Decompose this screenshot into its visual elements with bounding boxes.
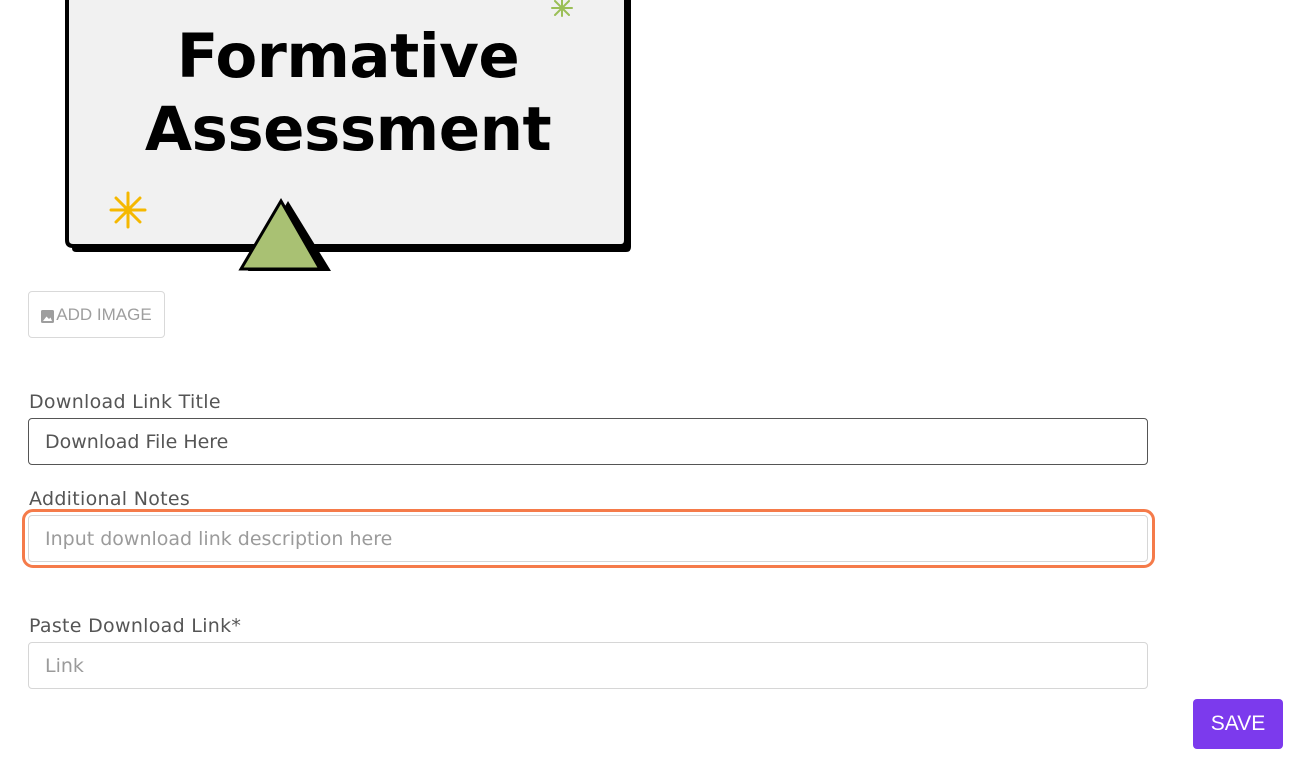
- banner-title: Formative Assessment: [68, 20, 628, 166]
- download-link-title-label: Download Link Title: [29, 391, 221, 413]
- download-link-input[interactable]: [28, 642, 1148, 689]
- save-button[interactable]: SAVE: [1193, 699, 1283, 749]
- additional-notes-label: Additional Notes: [29, 488, 191, 510]
- banner-title-line2: Assessment: [144, 94, 552, 165]
- add-image-button[interactable]: ADD IMAGE: [28, 291, 165, 338]
- assessment-banner: Formative Assessment: [0, 0, 640, 275]
- sparkle-icon: [551, 0, 573, 17]
- add-image-label: ADD IMAGE: [56, 304, 152, 324]
- download-link-label: Paste Download Link*: [29, 615, 242, 637]
- image-icon: [41, 308, 55, 323]
- download-link-title-input[interactable]: [28, 418, 1148, 465]
- additional-notes-input[interactable]: [28, 515, 1148, 562]
- banner-title-line1: Formative: [176, 21, 520, 92]
- sparkle-icon: [109, 191, 147, 229]
